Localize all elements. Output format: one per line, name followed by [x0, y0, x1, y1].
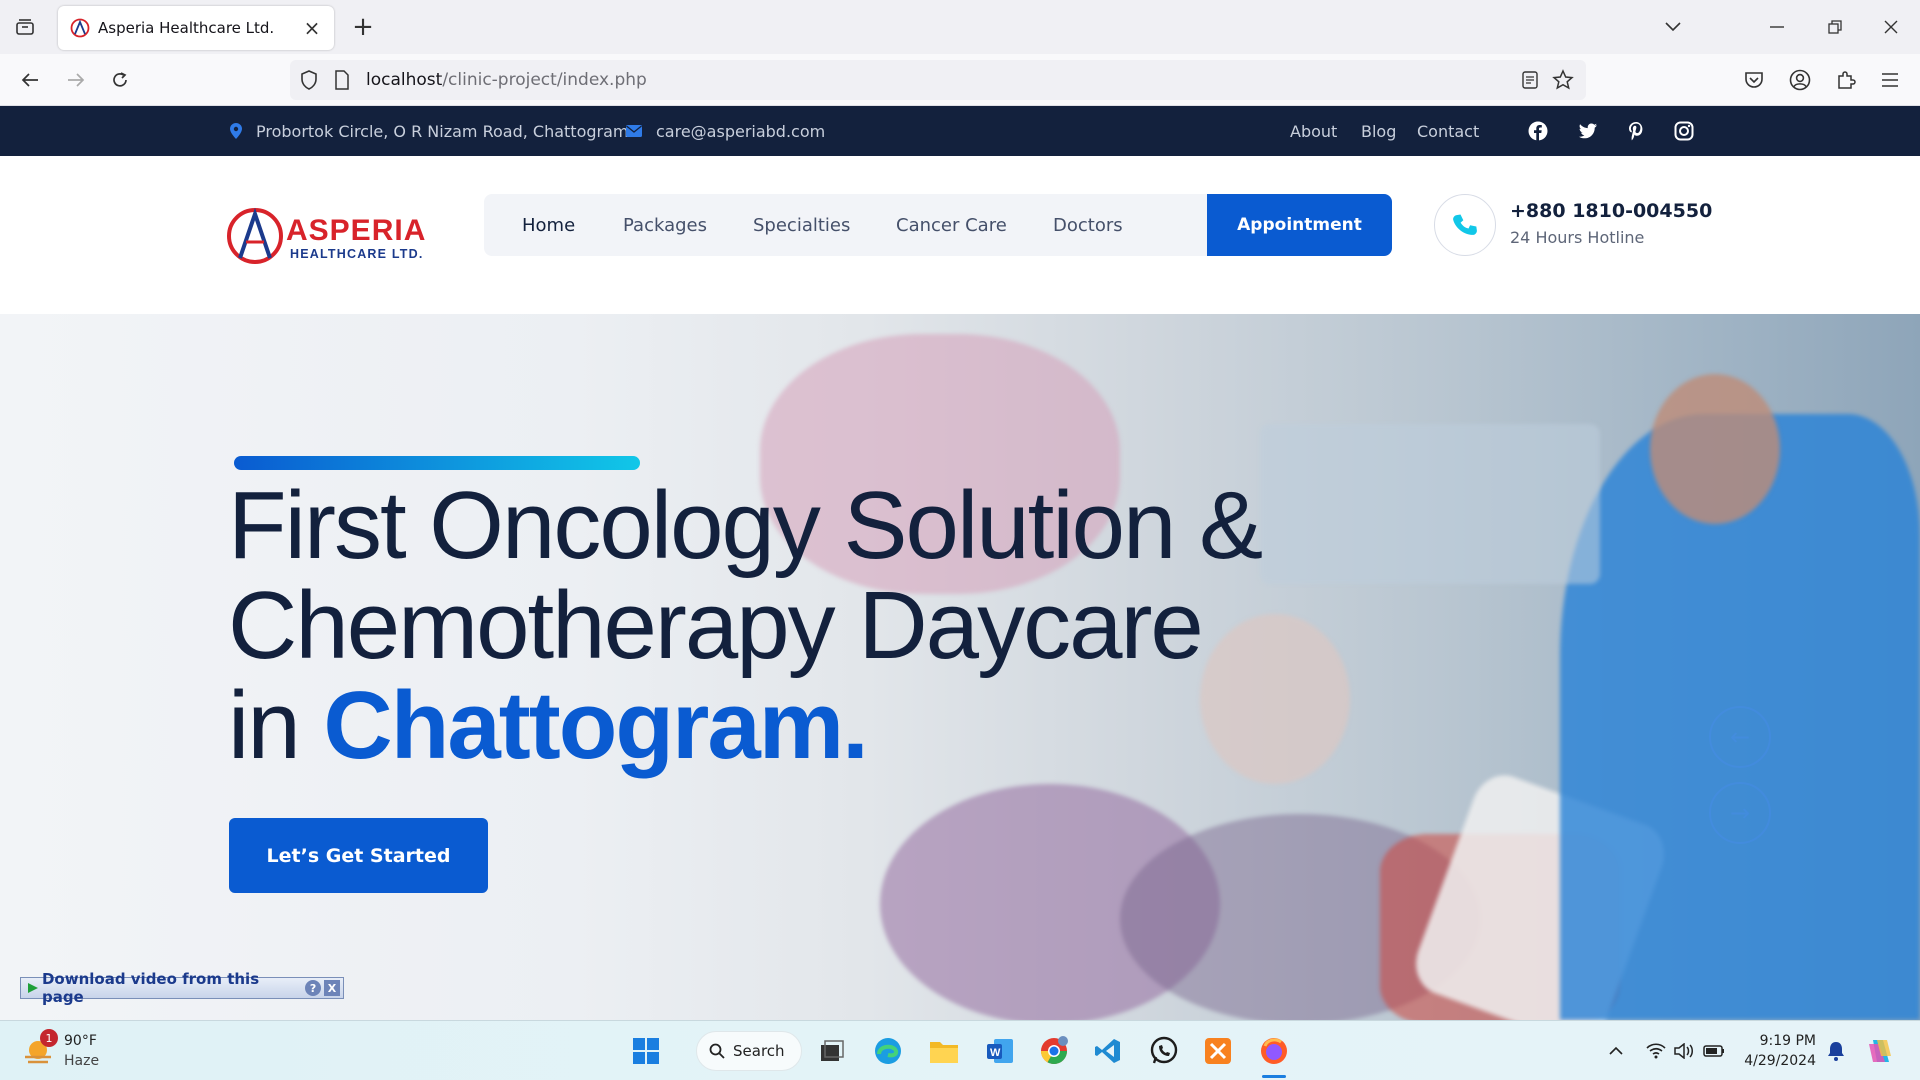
system-clock[interactable]: 9:19 PM 4/29/2024 [1744, 1031, 1816, 1071]
nav-item-packages[interactable]: Packages [623, 194, 707, 256]
firefox-icon[interactable] [1254, 1031, 1294, 1071]
download-close-icon[interactable]: X [324, 980, 340, 996]
copilot-icon[interactable] [1860, 1031, 1900, 1071]
reader-view-icon[interactable] [1522, 71, 1538, 93]
weather-desc: Haze [64, 1053, 100, 1069]
active-app-indicator [1262, 1075, 1286, 1078]
taskbar-search[interactable]: Search [696, 1031, 802, 1071]
url-host: localhost [366, 70, 443, 90]
task-view-icon[interactable] [812, 1031, 852, 1071]
hero-title-highlight: Chattogram. [323, 672, 868, 779]
windows-start-icon[interactable] [626, 1031, 666, 1071]
tab-list-icon[interactable] [12, 14, 38, 40]
nav-item-home[interactable]: Home [522, 194, 575, 256]
reload-icon[interactable] [104, 64, 136, 96]
tab-title: Asperia Healthcare Ltd. [98, 19, 275, 37]
battery-icon[interactable] [1694, 1031, 1734, 1071]
asperia-logo[interactable]: ASPERIA HEALTHCARE LTD. [226, 206, 430, 266]
facebook-icon[interactable] [1528, 121, 1548, 141]
back-icon[interactable] [14, 64, 46, 96]
browser-nav-bar: localhost/clinic-project/index.php [0, 54, 1920, 106]
get-started-button[interactable]: Let’s Get Started [229, 818, 488, 893]
url-path: /clinic-project/index.php [442, 70, 647, 90]
hero-title-prefix: in [228, 672, 324, 779]
logo-text: ASPERIA [286, 214, 426, 247]
hero-title-line1: First Oncology Solution & [228, 472, 1263, 579]
word-icon[interactable]: W [980, 1031, 1020, 1071]
file-explorer-icon[interactable] [924, 1031, 964, 1071]
topbar-link-contact[interactable]: Contact [1417, 106, 1479, 156]
browser-tab-bar: Asperia Healthcare Ltd. × + [0, 0, 1920, 54]
asperia-logo-mark: ASPERIA HEALTHCARE LTD. [227, 207, 426, 264]
phone-icon[interactable] [1434, 194, 1496, 256]
new-tab-button[interactable]: + [348, 12, 378, 42]
download-video-label[interactable]: Download video from this page [42, 970, 305, 1006]
hotline-number[interactable]: +880 1810-004550 [1510, 200, 1712, 222]
instagram-icon[interactable] [1674, 121, 1694, 141]
topbar-link-blog[interactable]: Blog [1361, 106, 1396, 156]
play-icon [27, 983, 38, 993]
nav-item-cancer-care[interactable]: Cancer Care [896, 194, 1007, 256]
clock-date: 4/29/2024 [1744, 1053, 1816, 1069]
bookmark-star-icon[interactable] [1552, 69, 1574, 95]
email-info[interactable]: care@asperiabd.com [626, 106, 825, 156]
appointment-button[interactable]: Appointment [1207, 194, 1392, 256]
slider-next-arrow-icon[interactable]: → [1709, 782, 1771, 844]
download-video-bar[interactable]: Download video from this page ? X [20, 970, 344, 1006]
clock-time: 9:19 PM [1759, 1033, 1816, 1049]
windows-taskbar: 1 90°F Haze Search W 9:19 PM 4/29/2024 [0, 1020, 1920, 1080]
mail-icon [626, 125, 642, 137]
nav-item-doctors[interactable]: Doctors [1053, 194, 1123, 256]
search-icon [709, 1043, 725, 1059]
forward-icon[interactable] [60, 64, 92, 96]
nav-item-specialties[interactable]: Specialties [753, 194, 850, 256]
logo-subtext: HEALTHCARE LTD. [290, 247, 424, 261]
taskbar-search-label: Search [733, 1042, 785, 1060]
tab-close-icon[interactable]: × [302, 16, 322, 40]
notification-bell-icon[interactable] [1816, 1031, 1856, 1071]
hero-section: First Oncology Solution & Chemotherapy D… [0, 314, 1920, 1020]
hero-accent-bar [234, 456, 640, 470]
pocket-icon[interactable] [1738, 64, 1770, 96]
hero-title: First Oncology Solution & Chemotherapy D… [228, 476, 1378, 776]
pinterest-icon[interactable] [1626, 121, 1646, 141]
hero-title-line3: in Chattogram. [228, 676, 1378, 776]
weather-temp: 90°F [64, 1033, 97, 1049]
svg-text:W: W [990, 1047, 1001, 1059]
restore-icon[interactable] [1820, 12, 1850, 42]
weather-widget[interactable]: 1 90°F Haze [20, 1029, 130, 1073]
whatsapp-icon[interactable] [1144, 1031, 1184, 1071]
site-header: ASPERIA HEALTHCARE LTD. Home Packages Sp… [0, 156, 1920, 314]
download-help-icon[interactable]: ? [305, 980, 322, 996]
site-top-bar: Probortok Circle, O R Nizam Road, Chatto… [0, 106, 1920, 156]
extensions-icon[interactable] [1830, 64, 1862, 96]
close-window-icon[interactable] [1876, 12, 1906, 42]
vscode-icon[interactable] [1088, 1031, 1128, 1071]
hero-title-line2: Chemotherapy Daycare [228, 572, 1204, 679]
hero-bg-shape [1650, 374, 1780, 524]
tracking-shield-icon[interactable] [300, 70, 318, 94]
account-icon[interactable] [1784, 64, 1816, 96]
menu-hamburger-icon[interactable] [1874, 64, 1906, 96]
asperia-favicon-icon [70, 18, 90, 38]
minimize-icon[interactable] [1762, 12, 1792, 42]
twitter-icon[interactable] [1578, 121, 1598, 141]
chrome-icon[interactable] [1034, 1031, 1074, 1071]
show-hidden-icons-chevron-icon[interactable] [1596, 1031, 1636, 1071]
address-info: Probortok Circle, O R Nizam Road, Chatto… [230, 106, 629, 156]
email-text[interactable]: care@asperiabd.com [656, 122, 825, 141]
address-text: Probortok Circle, O R Nizam Road, Chatto… [256, 121, 629, 141]
tab-overflow-chevron-icon[interactable] [1658, 12, 1688, 42]
hotline-label: 24 Hours Hotline [1510, 228, 1645, 247]
page-info-icon[interactable] [334, 70, 350, 94]
xampp-icon[interactable] [1198, 1031, 1238, 1071]
topbar-link-about[interactable]: About [1290, 106, 1337, 156]
browser-tab-active[interactable]: Asperia Healthcare Ltd. × [58, 6, 334, 50]
weather-badge: 1 [40, 1029, 58, 1047]
url-text: localhost/clinic-project/index.php [366, 70, 647, 90]
location-pin-icon [230, 123, 242, 139]
address-bar[interactable]: localhost/clinic-project/index.php [290, 60, 1586, 100]
edge-icon[interactable] [868, 1031, 908, 1071]
slider-prev-arrow-icon[interactable]: ← [1709, 706, 1771, 768]
